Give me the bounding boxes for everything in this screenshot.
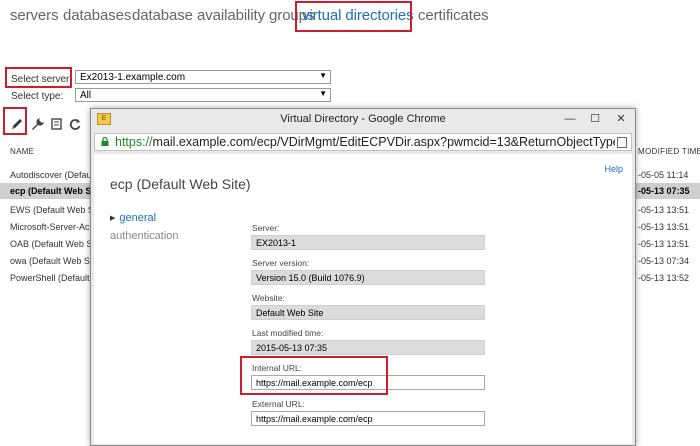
server-version-field: Version 15.0 (Build 1076.9): [251, 270, 485, 285]
window-titlebar[interactable]: E Virtual Directory - Google Chrome — ☐ …: [91, 109, 635, 131]
virtual-directory-popup-window: E Virtual Directory - Google Chrome — ☐ …: [90, 108, 636, 446]
row-time: -05-13 13:51: [638, 239, 690, 249]
column-header-modified-time[interactable]: MODIFIED TIME: [638, 147, 700, 156]
row-name: EWS (Default Web Site): [10, 205, 93, 215]
select-type-label: Select type:: [11, 91, 64, 102]
nav-general[interactable]: ▶ general: [110, 212, 156, 224]
row-name: OAB (Default Web Site): [10, 239, 93, 249]
row-time: -05-13 07:35: [638, 186, 690, 196]
chevron-down-icon: ▼: [319, 89, 327, 98]
last-modified-field: 2015-05-13 07:35: [251, 340, 485, 355]
row-time: -05-13 13:51: [638, 222, 690, 232]
server-version-label: Server version:: [252, 258, 310, 268]
page-title: ecp (Default Web Site): [110, 176, 251, 192]
website-label: Website:: [252, 293, 285, 303]
row-time: -05-13 13:52: [638, 273, 690, 283]
tab-database-availability-groups[interactable]: database availability groups: [132, 7, 314, 24]
help-link[interactable]: Help: [604, 164, 623, 174]
lock-icon: [101, 137, 109, 146]
close-icon[interactable]: ✕: [612, 111, 630, 127]
row-time: -05-13 07:34: [638, 256, 690, 266]
url-scheme: https://: [115, 135, 153, 149]
select-type-dropdown[interactable]: All ▼: [75, 88, 331, 102]
wrench-icon[interactable]: [30, 116, 46, 132]
select-type-value: All: [80, 90, 92, 101]
window-title: Virtual Directory - Google Chrome: [280, 113, 446, 125]
column-header-name[interactable]: NAME: [10, 147, 34, 156]
maximize-icon[interactable]: ☐: [586, 111, 604, 127]
url-rest: mail.example.com/ecp/VDirMgmt/EditECPVDi…: [152, 135, 615, 149]
tab-certificates[interactable]: certificates: [418, 7, 489, 24]
refresh-icon[interactable]: [67, 116, 83, 132]
row-name: PowerShell (Default Web Site): [10, 273, 93, 283]
reset-icon[interactable]: [49, 116, 65, 132]
highlight-edit-button: [3, 107, 27, 135]
server-field: EX2013-1: [251, 235, 485, 250]
row-name: Microsoft-Server-ActiveSync: [10, 222, 93, 232]
popup-content: Help ecp (Default Web Site) ▶ general aut…: [94, 154, 632, 444]
select-server-value: Ex2013-1.example.com: [80, 72, 186, 83]
tab-databases[interactable]: databases: [63, 7, 131, 24]
row-name: ecp (Default Web Site): [10, 186, 93, 196]
row-name: Autodiscover (Default Web Site): [10, 170, 93, 180]
last-modified-label: Last modified time:: [252, 328, 324, 338]
select-server-dropdown[interactable]: Ex2013-1.example.com ▼: [75, 70, 331, 84]
page-info-icon[interactable]: [617, 137, 627, 148]
chevron-down-icon: ▼: [319, 71, 327, 80]
external-url-label: External URL:: [252, 399, 305, 409]
highlight-internal-url: [240, 356, 388, 395]
server-label: Server:: [252, 223, 280, 233]
url-text: https://mail.example.com/ecp/VDirMgmt/Ed…: [115, 135, 615, 149]
triangle-right-icon: ▶: [110, 215, 116, 222]
row-time: -05-13 13:51: [638, 205, 690, 215]
nav-general-label: general: [119, 212, 157, 224]
website-field: Default Web Site: [251, 305, 485, 320]
highlight-select-server: [5, 67, 72, 88]
nav-authentication[interactable]: authentication: [110, 230, 179, 242]
minimize-icon[interactable]: —: [561, 111, 579, 127]
highlight-virtual-directories: [295, 1, 412, 32]
row-name: owa (Default Web Site): [10, 256, 93, 266]
address-bar[interactable]: https://mail.example.com/ecp/VDirMgmt/Ed…: [94, 133, 632, 151]
tab-servers[interactable]: servers: [10, 7, 59, 24]
external-url-input[interactable]: https://mail.example.com/ecp: [251, 411, 485, 426]
row-time: -05-05 11:14: [638, 170, 689, 180]
